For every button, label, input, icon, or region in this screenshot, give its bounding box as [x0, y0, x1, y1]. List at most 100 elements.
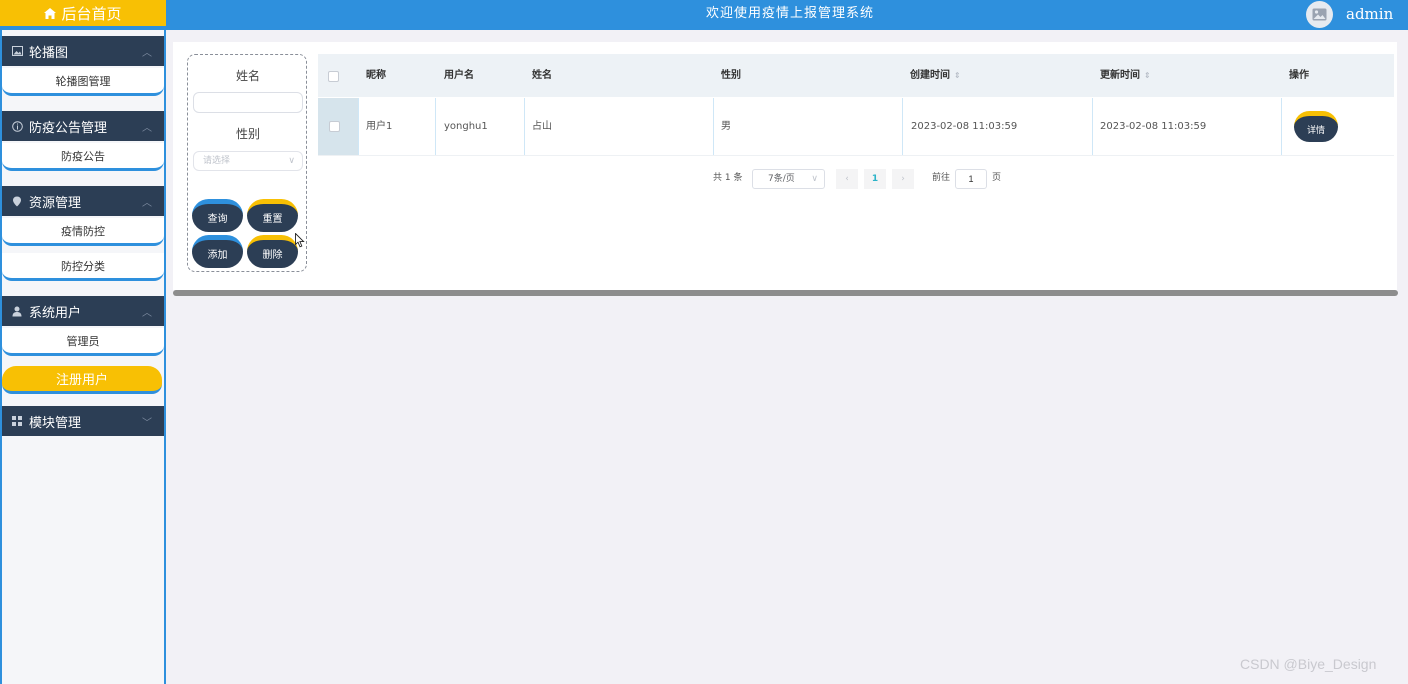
- column-header-updated[interactable]: 更新时间 ⇕: [1100, 54, 1151, 97]
- username-label[interactable]: admin: [1346, 0, 1393, 28]
- column-divider: [524, 98, 525, 155]
- reset-button-label: 重置: [262, 214, 283, 225]
- sidebar: 轮播图 ︿ 轮播图管理 防疫公告管理 ︿ 防疫公告 资源管理 ︿ 疫情防控 防控…: [2, 30, 166, 684]
- delete-button-label: 删除: [262, 250, 283, 261]
- sidebar-group-label: 轮播图: [29, 45, 69, 61]
- add-button-label: 添加: [207, 250, 228, 261]
- avatar[interactable]: [1306, 1, 1333, 28]
- query-button[interactable]: 查询: [192, 199, 243, 232]
- home-tab-label: 后台首页: [61, 4, 122, 23]
- user-icon: [11, 305, 23, 317]
- table-header: 昵称 用户名 姓名 性别 创建时间 ⇕ 更新时间 ⇕ 操作: [318, 54, 1394, 97]
- detail-button[interactable]: 详情: [1294, 111, 1338, 142]
- sidebar-group-notice-manage[interactable]: 防疫公告管理 ︿: [2, 111, 164, 141]
- image-icon: [1312, 8, 1327, 21]
- cell-created: 2023-02-08 11:03:59: [911, 121, 1018, 132]
- horizontal-scrollbar[interactable]: [173, 290, 1398, 296]
- sidebar-group-label: 模块管理: [29, 415, 82, 431]
- search-form: 姓名 性别 请选择 ∨ 查询 重置 添加 删除: [187, 54, 307, 272]
- sidebar-group-label: 防疫公告管理: [29, 120, 108, 136]
- name-input[interactable]: [193, 92, 303, 113]
- goto-page-input[interactable]: [955, 169, 987, 189]
- sidebar-group-resource[interactable]: 资源管理 ︿: [2, 186, 164, 216]
- sidebar-item-carousel-manage[interactable]: 轮播图管理: [2, 68, 164, 96]
- sidebar-group-carousel[interactable]: 轮播图 ︿: [2, 36, 164, 66]
- column-header-nickname: 昵称: [366, 70, 386, 81]
- sort-icon[interactable]: ⇕: [954, 71, 961, 80]
- select-all-checkbox[interactable]: [328, 71, 339, 82]
- chevron-down-icon: ∨: [288, 156, 295, 166]
- column-divider: [902, 98, 903, 155]
- column-divider: [1281, 98, 1282, 155]
- cell-nickname: 用户1: [366, 121, 393, 132]
- gender-select-placeholder: 请选择: [203, 156, 231, 166]
- gender-label: 性别: [235, 127, 260, 141]
- page-size-select[interactable]: 7条/页 ∨: [752, 169, 825, 189]
- sidebar-item-admin[interactable]: 管理员: [2, 328, 164, 356]
- row-checkbox-cell: [318, 98, 358, 155]
- sidebar-group-module-manage[interactable]: 模块管理 ﹀: [2, 406, 164, 436]
- page-size-value: 7条/页: [768, 174, 795, 184]
- sidebar-group-label: 资源管理: [29, 195, 82, 211]
- chevron-down-icon: ﹀: [142, 418, 152, 429]
- sidebar-item-control-category[interactable]: 防控分类: [2, 253, 164, 281]
- sidebar-group-label: 系统用户: [29, 305, 82, 321]
- sidebar-item-label: 防控分类: [61, 259, 105, 273]
- grid-icon: [11, 415, 23, 427]
- query-button-label: 查询: [207, 214, 228, 225]
- column-header-username: 用户名: [444, 70, 474, 81]
- chevron-up-icon: ︿: [142, 198, 152, 209]
- name-label: 姓名: [235, 69, 260, 83]
- watermark-text: CSDN @Biye_Design: [1240, 656, 1377, 672]
- gender-select[interactable]: 请选择 ∨: [193, 151, 303, 171]
- cell-updated: 2023-02-08 11:03:59: [1100, 121, 1207, 132]
- row-checkbox[interactable]: [329, 121, 340, 132]
- column-header-label: 创建时间: [910, 70, 950, 81]
- cell-username: yonghu1: [444, 121, 488, 132]
- sidebar-group-system-users[interactable]: 系统用户 ︿: [2, 296, 164, 326]
- chevron-up-icon: ︿: [142, 123, 152, 134]
- column-divider: [435, 98, 436, 155]
- pagination-total: 共 1 条: [713, 173, 743, 183]
- add-button[interactable]: 添加: [192, 235, 243, 268]
- app-title: 欢迎使用疫情上报管理系统: [705, 6, 874, 21]
- home-tab[interactable]: 后台首页: [0, 0, 166, 26]
- sidebar-item-label: 疫情防控: [61, 224, 105, 238]
- reset-button[interactable]: 重置: [247, 199, 298, 232]
- page-suffix: 页: [992, 173, 1002, 183]
- column-header-created[interactable]: 创建时间 ⇕: [910, 54, 961, 97]
- delete-button[interactable]: 删除: [247, 235, 298, 268]
- chevron-left-icon: ‹: [845, 174, 849, 184]
- sidebar-item-epidemic-control[interactable]: 疫情防控: [2, 218, 164, 246]
- cell-name: 占山: [532, 121, 552, 132]
- prev-page-button[interactable]: ‹: [836, 169, 858, 189]
- chevron-up-icon: ︿: [142, 308, 152, 319]
- goto-label: 前往: [932, 173, 951, 183]
- sidebar-item-notice[interactable]: 防疫公告: [2, 143, 164, 171]
- picture-icon: [11, 45, 23, 57]
- info-icon: [11, 120, 23, 132]
- chevron-right-icon: ›: [901, 174, 905, 184]
- page-number-current[interactable]: 1: [864, 169, 886, 189]
- table-row: 用户1 yonghu1 占山 男 2023-02-08 11:03:59 202…: [318, 98, 1394, 156]
- column-divider: [1092, 98, 1093, 155]
- chevron-up-icon: ︿: [142, 48, 152, 59]
- column-divider: [713, 98, 714, 155]
- column-header-label: 更新时间: [1100, 70, 1140, 81]
- column-divider: [358, 98, 359, 155]
- column-header-name: 姓名: [532, 70, 552, 81]
- next-page-button[interactable]: ›: [892, 169, 914, 189]
- sort-icon[interactable]: ⇕: [1144, 71, 1151, 80]
- home-icon: [44, 7, 57, 19]
- sidebar-item-label: 防疫公告: [61, 149, 105, 163]
- cell-gender: 男: [721, 121, 731, 132]
- page-number-label: 1: [871, 174, 879, 184]
- chevron-down-icon: ∨: [811, 174, 818, 184]
- column-header-gender: 性别: [721, 70, 741, 81]
- sidebar-item-label: 管理员: [66, 334, 100, 348]
- sidebar-item-label: 轮播图管理: [55, 74, 111, 88]
- location-icon: [11, 195, 23, 207]
- top-bar: 后台首页 欢迎使用疫情上报管理系统 admin: [0, 0, 1408, 30]
- column-header-action: 操作: [1289, 70, 1309, 81]
- register-user-button[interactable]: 注册用户: [2, 366, 162, 394]
